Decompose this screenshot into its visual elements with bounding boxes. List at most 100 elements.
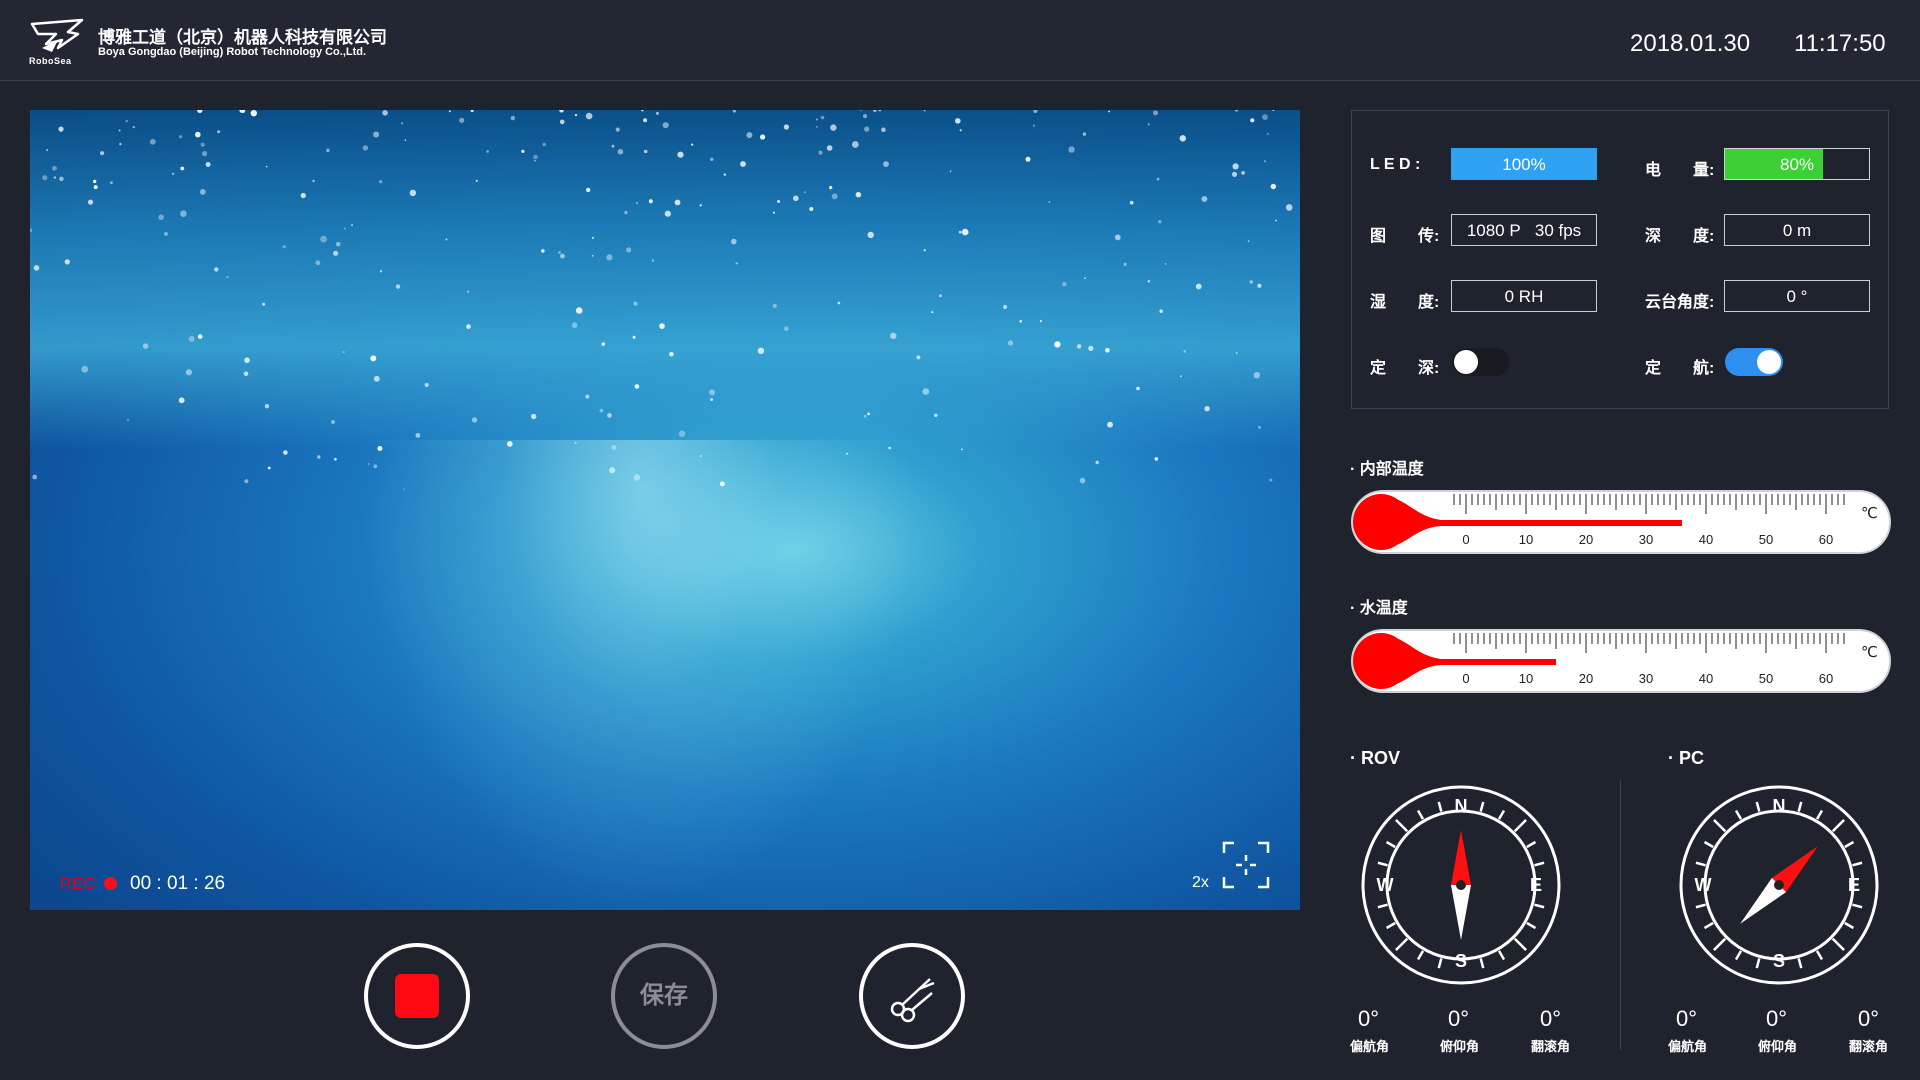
bubble [615, 127, 620, 132]
needle-south [1451, 885, 1471, 940]
bubble [829, 186, 833, 190]
bubble [710, 398, 714, 401]
thermo-tick-label: 20 [1579, 671, 1593, 686]
save-button[interactable]: 保存 [611, 943, 717, 1049]
bubble [611, 144, 615, 148]
bubble [1154, 457, 1159, 461]
rov-pitch-value: 0° [1448, 1006, 1470, 1031]
bubble [626, 247, 632, 253]
bubble [521, 149, 525, 153]
depth-hold-toggle[interactable] [1452, 348, 1510, 376]
heading-hold-toggle[interactable] [1725, 348, 1783, 376]
bubble [1262, 114, 1268, 120]
bubble [574, 114, 578, 117]
gimbal-angle-label: 云台角度: [1645, 294, 1715, 311]
bubble [164, 232, 168, 236]
bubble [471, 417, 478, 423]
recording-timer: 00 : 01 : 26 [130, 873, 226, 894]
battery-label: 电 量: [1645, 162, 1715, 179]
bubble [326, 148, 330, 153]
compass-tick [1831, 937, 1845, 951]
compass-divider [1620, 780, 1621, 1050]
bubble [395, 284, 401, 289]
bubble [415, 433, 421, 438]
bubble [466, 324, 471, 329]
thermo-tick-label: 10 [1519, 671, 1533, 686]
bubble [1054, 341, 1061, 348]
bubble [746, 132, 753, 139]
bubble [172, 172, 175, 175]
stream-resolution: 1080 P [1466, 221, 1521, 240]
bubble [591, 236, 594, 239]
bubble [1082, 132, 1087, 136]
bubble [732, 110, 736, 113]
stream-fps: 30 fps [1534, 221, 1582, 240]
bubble [867, 412, 870, 416]
pc-title: · PC [1668, 748, 1704, 768]
compass-n-label: N [1455, 796, 1468, 816]
bubble [100, 151, 105, 156]
focus-frame-icon[interactable] [1222, 841, 1270, 889]
bubble [282, 245, 286, 249]
bubble [803, 191, 806, 194]
bubble [662, 122, 669, 129]
top-bar: RoboSea 博雅工道（北京）机器人科技有限公司 Boya Gongdao (… [0, 0, 1920, 81]
bubble [559, 119, 565, 125]
bubble [719, 481, 725, 487]
bubble [916, 355, 921, 360]
bubble [382, 110, 388, 116]
bubble [217, 130, 221, 134]
thermo-unit: ℃ [1861, 504, 1878, 522]
stream-value: 1080 P 30 fps [1451, 214, 1597, 246]
rec-label: REC [60, 874, 96, 893]
video-feed[interactable] [30, 110, 1300, 910]
compass-e-label: E [1530, 875, 1542, 895]
bubble [1105, 348, 1110, 353]
compass-tick [1526, 921, 1537, 930]
bubble [64, 259, 70, 265]
bubble [342, 351, 345, 354]
compass-tick [1734, 950, 1743, 961]
bubble [1114, 234, 1121, 241]
bubble [401, 122, 404, 125]
bubble [1180, 375, 1182, 378]
bubble [624, 210, 628, 215]
bubble [777, 200, 781, 203]
bubble [939, 294, 942, 298]
bubble [507, 441, 513, 447]
bubble [1084, 277, 1086, 280]
bubble [448, 110, 451, 113]
bubble [820, 115, 825, 120]
bubble [643, 118, 648, 123]
bubble [377, 446, 383, 451]
bubble [599, 408, 604, 413]
date-display: 2018.01.30 [1630, 30, 1751, 57]
bubble [617, 148, 624, 155]
stop-icon [395, 974, 439, 1018]
bubble [862, 114, 868, 119]
compass-tick [1479, 801, 1485, 812]
thermo-tick-label: 50 [1759, 532, 1773, 547]
bubble [180, 210, 187, 217]
bubble [1179, 135, 1187, 142]
bubble [709, 389, 716, 396]
pc-pitch-label: 俯仰角 [1758, 1039, 1798, 1054]
bubble [958, 230, 962, 234]
led-level-bar[interactable]: 100% [1451, 148, 1597, 180]
bubble [809, 207, 814, 211]
bubble [659, 323, 665, 329]
bubble [826, 145, 833, 151]
bubble [586, 187, 591, 193]
bubble [373, 464, 378, 469]
bubble [243, 371, 249, 377]
clip-button[interactable] [859, 943, 965, 1049]
rov-roll-label: 翻滚角 [1531, 1039, 1571, 1054]
bubble [699, 204, 702, 207]
thermo-tick-label: 40 [1699, 671, 1713, 686]
zoom-level: 2x [1192, 874, 1209, 891]
stop-record-button[interactable] [364, 943, 470, 1049]
bubble [459, 117, 465, 123]
bubble [1079, 477, 1086, 484]
bubble [52, 165, 57, 171]
thermo-tick-label: 60 [1819, 532, 1833, 547]
